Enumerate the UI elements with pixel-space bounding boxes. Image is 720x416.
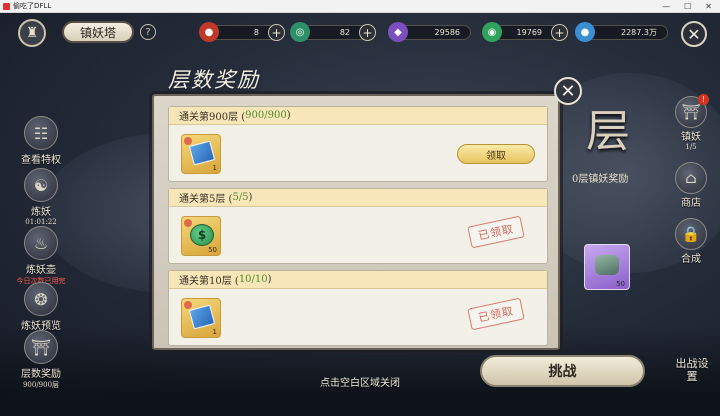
item-badge-icon [184, 301, 192, 309]
close-panel-button[interactable]: ✕ [554, 77, 582, 105]
stage-title: 镇妖塔 [62, 21, 134, 43]
left-menu-pot[interactable]: ♨ 炼妖壶 今日次数已用完 [12, 226, 70, 286]
purple-crystal-icon: ◆ [388, 22, 408, 42]
window-titlebar: 偷吃了DFLL — ☐ ✕ [0, 0, 720, 13]
minimize-icon[interactable]: — [662, 2, 670, 11]
menu-label: 镇妖 [681, 132, 701, 143]
resource-counter: ◉ 19769 + [482, 22, 568, 42]
reward-item-slot[interactable]: 50 [584, 244, 630, 290]
jade-coin-icon: $ [190, 224, 214, 246]
add-resource-button[interactable]: + [359, 24, 376, 41]
item-count: 1 [212, 328, 217, 336]
stone-icon [595, 255, 619, 275]
row-title: 通关第10层 ( [179, 276, 239, 287]
resource-counter: ● 2287.3万 [575, 22, 668, 42]
row-progress: 900/900 [245, 110, 287, 121]
close-screen-button[interactable]: ✕ [681, 21, 707, 47]
menu-label: 炼妖 [31, 207, 51, 218]
battle-button[interactable]: 挑战 [480, 355, 645, 387]
panel-title: 层数奖励 [168, 68, 260, 92]
row-suffix: ) [267, 274, 272, 285]
row-suffix: ) [286, 110, 291, 121]
item-badge-icon [184, 219, 192, 227]
close-hint-text: 点击空白区域关闭 [320, 378, 400, 389]
maximize-icon[interactable]: ☐ [684, 2, 691, 11]
pot-icon: ♨ [24, 226, 58, 260]
reward-item[interactable]: 1 [181, 134, 221, 174]
left-menu-preview[interactable]: ❂ 炼妖预览 [12, 282, 70, 332]
tower-icon: ⛩! [675, 94, 709, 128]
right-menu-combine[interactable]: 🔒 合成 [668, 218, 714, 265]
reward-row-header: 通关第5层 ( 5/5 ) [169, 189, 547, 207]
top-resource-bar: ♜ 镇妖塔 ? ● 8 + ◎ 82 + ◆ 29586 ◉ 19769 + ●… [0, 13, 720, 53]
jade-coin-icon: ◉ [482, 22, 502, 42]
row-suffix: ) [248, 192, 253, 203]
claimed-stamp: 已领取 [467, 215, 525, 249]
row-progress: 5/5 [232, 192, 249, 203]
item-badge-icon [184, 137, 192, 145]
timer-text: 01:01:22 [25, 218, 57, 226]
item-count: 50 [616, 280, 625, 288]
close-window-icon[interactable]: ✕ [705, 2, 712, 11]
reward-row: 通关第10层 ( 10/10 ) 1 已领取 [168, 270, 548, 346]
app-icon [3, 2, 10, 10]
reward-row: 通关第900层 ( 900/900 ) 1 领取 [168, 106, 548, 182]
alert-badge: ! [698, 94, 709, 105]
lock-icon: 🔒 [675, 218, 707, 250]
progress-text: 900/900层 [22, 381, 60, 389]
resource-value: 2287.3万 [621, 28, 657, 37]
floor-big-character: 层 [586, 106, 630, 157]
reward-row-header: 通关第10层 ( 10/10 ) [169, 271, 547, 289]
window-controls: — ☐ ✕ [662, 2, 720, 11]
left-menu-privileges[interactable]: ☷ 查看特权 [12, 116, 70, 166]
blue-orb-icon: ● [575, 22, 595, 42]
floor-reward-text: 0层镇妖奖励 [572, 174, 629, 185]
left-menu-floor-reward[interactable]: ⛩ 层数奖励 900/900层 [12, 330, 70, 390]
resource-counter: ● 8 + [199, 22, 285, 42]
claimed-stamp: 已领取 [467, 297, 525, 331]
reward-item[interactable]: $ 50 [181, 216, 221, 256]
helmet-icon[interactable]: ♜ [18, 19, 46, 47]
green-swirl-icon: ◎ [290, 22, 310, 42]
floor-reward-panel: 通关第900层 ( 900/900 ) 1 领取 通关第5层 ( 5/5 ) $… [152, 94, 560, 350]
add-resource-button[interactable]: + [551, 24, 568, 41]
right-menu-shop[interactable]: ⌂ 商店 [668, 162, 714, 209]
shop-icon: ⌂ [675, 162, 707, 194]
demon-icon: ☯ [24, 168, 58, 202]
item-count: 50 [208, 246, 217, 254]
menu-label: 商店 [681, 198, 701, 209]
window-title: 偷吃了DFLL [13, 2, 52, 10]
right-menu-suppress[interactable]: ⛩! 镇妖 1/5 [668, 94, 714, 151]
reward-row: 通关第5层 ( 5/5 ) $ 50 已领取 [168, 188, 548, 264]
help-button[interactable]: ? [140, 24, 156, 40]
resource-counter: ◎ 82 + [290, 22, 376, 42]
menu-label: 查看特权 [21, 155, 61, 166]
preview-icon: ❂ [24, 282, 58, 316]
add-resource-button[interactable]: + [268, 24, 285, 41]
red-pill-icon: ● [199, 22, 219, 42]
count-text: 1/5 [685, 143, 697, 151]
menu-label: 层数奖励 [21, 369, 61, 380]
resource-value: 82 [339, 28, 350, 37]
menu-label: 炼妖壶 [26, 265, 56, 276]
pagoda-icon: ⛩ [24, 330, 58, 364]
item-count: 1 [212, 164, 217, 172]
menu-label: 合成 [681, 254, 701, 265]
row-progress: 10/10 [238, 274, 268, 285]
reward-item[interactable]: 1 [181, 298, 221, 338]
resource-counter: ◆ 29586 [388, 22, 471, 42]
claim-button[interactable]: 领取 [457, 144, 535, 164]
row-title: 通关第900层 ( [179, 112, 246, 123]
resource-value: 8 [253, 28, 259, 37]
reward-row-header: 通关第900层 ( 900/900 ) [169, 107, 547, 125]
ticket-icon [188, 304, 216, 330]
resource-value: 19769 [516, 28, 542, 37]
resource-value: 29586 [434, 28, 460, 37]
scroll-icon: ☷ [24, 116, 58, 150]
left-menu-refine[interactable]: ☯ 炼妖 01:01:22 [12, 168, 70, 226]
ticket-icon [188, 140, 216, 166]
row-title: 通关第5层 ( [179, 194, 233, 205]
battle-settings-button[interactable]: 出战设置 [672, 357, 712, 391]
